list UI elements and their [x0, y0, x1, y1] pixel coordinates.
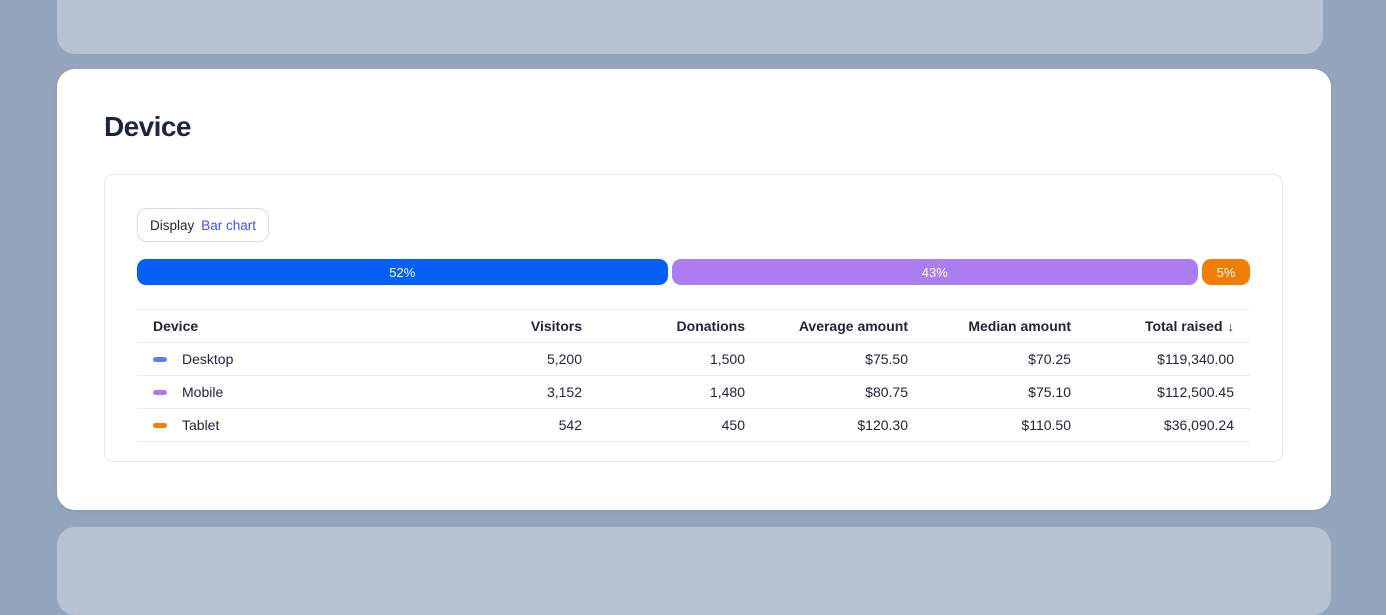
donations-value: 1,500: [598, 343, 761, 376]
average-amount-value: $120.30: [761, 409, 924, 442]
device-name: Mobile: [182, 384, 223, 400]
column-header-total-raised[interactable]: Total raised ↓: [1087, 310, 1250, 343]
table-row-mobile: Mobile 3,152 1,480 $80.75 $75.10 $112,50…: [137, 376, 1250, 409]
bar-segment-tablet-label: 5%: [1217, 265, 1236, 280]
column-header-visitors[interactable]: Visitors: [435, 310, 598, 343]
display-value-bar-chart[interactable]: Bar chart: [201, 218, 256, 233]
bar-segment-desktop[interactable]: 52%: [137, 259, 668, 285]
device-name: Desktop: [182, 351, 233, 367]
previous-section-card-partial: [57, 0, 1323, 54]
column-header-device[interactable]: Device: [137, 310, 435, 343]
device-analytics-panel: Display Bar chart 52% 43% 5%: [104, 174, 1283, 462]
bar-segment-mobile-label: 43%: [922, 265, 948, 280]
average-amount-value: $75.50: [761, 343, 924, 376]
device-name: Tablet: [182, 417, 219, 433]
display-label: Display: [150, 218, 194, 233]
total-raised-value: $36,090.24: [1087, 409, 1250, 442]
display-mode-selector[interactable]: Display Bar chart: [137, 208, 269, 242]
donations-value: 450: [598, 409, 761, 442]
device-stats-table-container: Device Visitors Donations Average amount…: [137, 309, 1250, 442]
average-amount-value: $80.75: [761, 376, 924, 409]
section-title: Device: [104, 111, 191, 143]
total-raised-value: $119,340.00: [1087, 343, 1250, 376]
device-section-card: Device Display Bar chart 52% 43% 5%: [57, 69, 1331, 510]
median-amount-value: $70.25: [924, 343, 1087, 376]
bar-segment-desktop-label: 52%: [389, 265, 415, 280]
visitors-value: 5,200: [435, 343, 598, 376]
total-raised-value: $112,500.45: [1087, 376, 1250, 409]
device-share-stacked-bar: 52% 43% 5%: [137, 259, 1250, 285]
median-amount-value: $110.50: [924, 409, 1087, 442]
table-row-tablet: Tablet 542 450 $120.30 $110.50 $36,090.2…: [137, 409, 1250, 442]
legend-swatch-desktop: [153, 357, 167, 362]
sort-descending-icon: ↓: [1228, 319, 1235, 334]
bar-segment-tablet[interactable]: 5%: [1202, 259, 1250, 285]
column-header-donations[interactable]: Donations: [598, 310, 761, 343]
legend-swatch-tablet: [153, 423, 167, 428]
visitors-value: 542: [435, 409, 598, 442]
table-row-desktop: Desktop 5,200 1,500 $75.50 $70.25 $119,3…: [137, 343, 1250, 376]
bar-segment-mobile[interactable]: 43%: [672, 259, 1199, 285]
column-header-average-amount[interactable]: Average amount: [761, 310, 924, 343]
median-amount-value: $75.10: [924, 376, 1087, 409]
column-header-median-amount[interactable]: Median amount: [924, 310, 1087, 343]
column-header-total-raised-label: Total raised: [1145, 318, 1223, 334]
next-section-card-partial: [57, 527, 1331, 615]
donations-value: 1,480: [598, 376, 761, 409]
visitors-value: 3,152: [435, 376, 598, 409]
device-stats-table: Device Visitors Donations Average amount…: [137, 309, 1250, 442]
legend-swatch-mobile: [153, 390, 167, 395]
table-header-row: Device Visitors Donations Average amount…: [137, 310, 1250, 343]
